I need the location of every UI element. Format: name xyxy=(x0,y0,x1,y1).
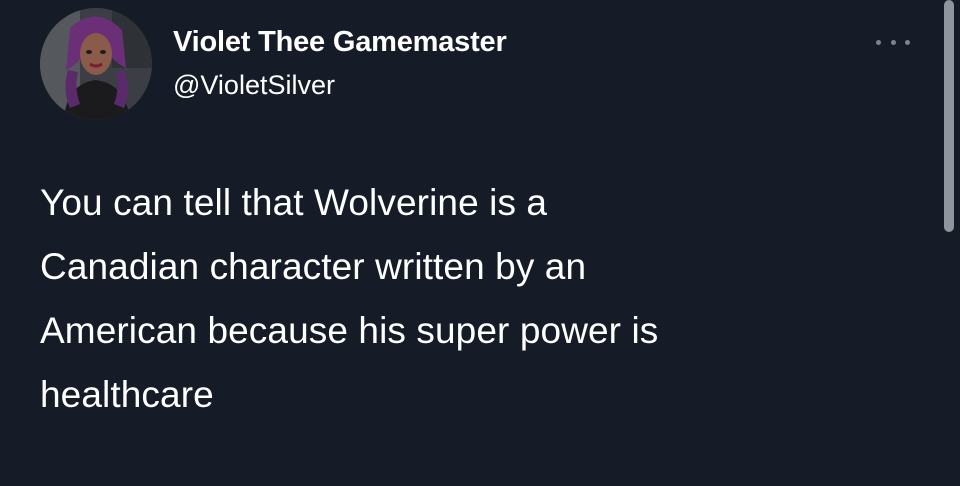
more-options-icon-dot xyxy=(890,39,896,45)
avatar-image xyxy=(40,8,152,120)
user-handle[interactable]: @VioletSilver xyxy=(173,70,335,101)
scrollbar-thumb[interactable] xyxy=(944,0,954,232)
tweet-text-line: healthcare xyxy=(40,374,214,415)
tweet-text-line: American because his super power is xyxy=(40,310,659,351)
more-options-icon-dot xyxy=(905,39,910,45)
avatar[interactable] xyxy=(40,8,152,120)
tweet-text-line: You can tell that Wolverine is a xyxy=(40,182,548,223)
more-options-button[interactable] xyxy=(876,30,910,54)
tweet-text: You can tell that Wolverine is a Canadia… xyxy=(40,171,920,427)
display-name[interactable]: Violet Thee Gamemaster xyxy=(173,26,507,59)
more-options-icon xyxy=(876,39,881,45)
tweet-card: Violet Thee Gamemaster @VioletSilver You… xyxy=(0,0,960,486)
tweet-text-line: Canadian character written by an xyxy=(40,246,587,287)
